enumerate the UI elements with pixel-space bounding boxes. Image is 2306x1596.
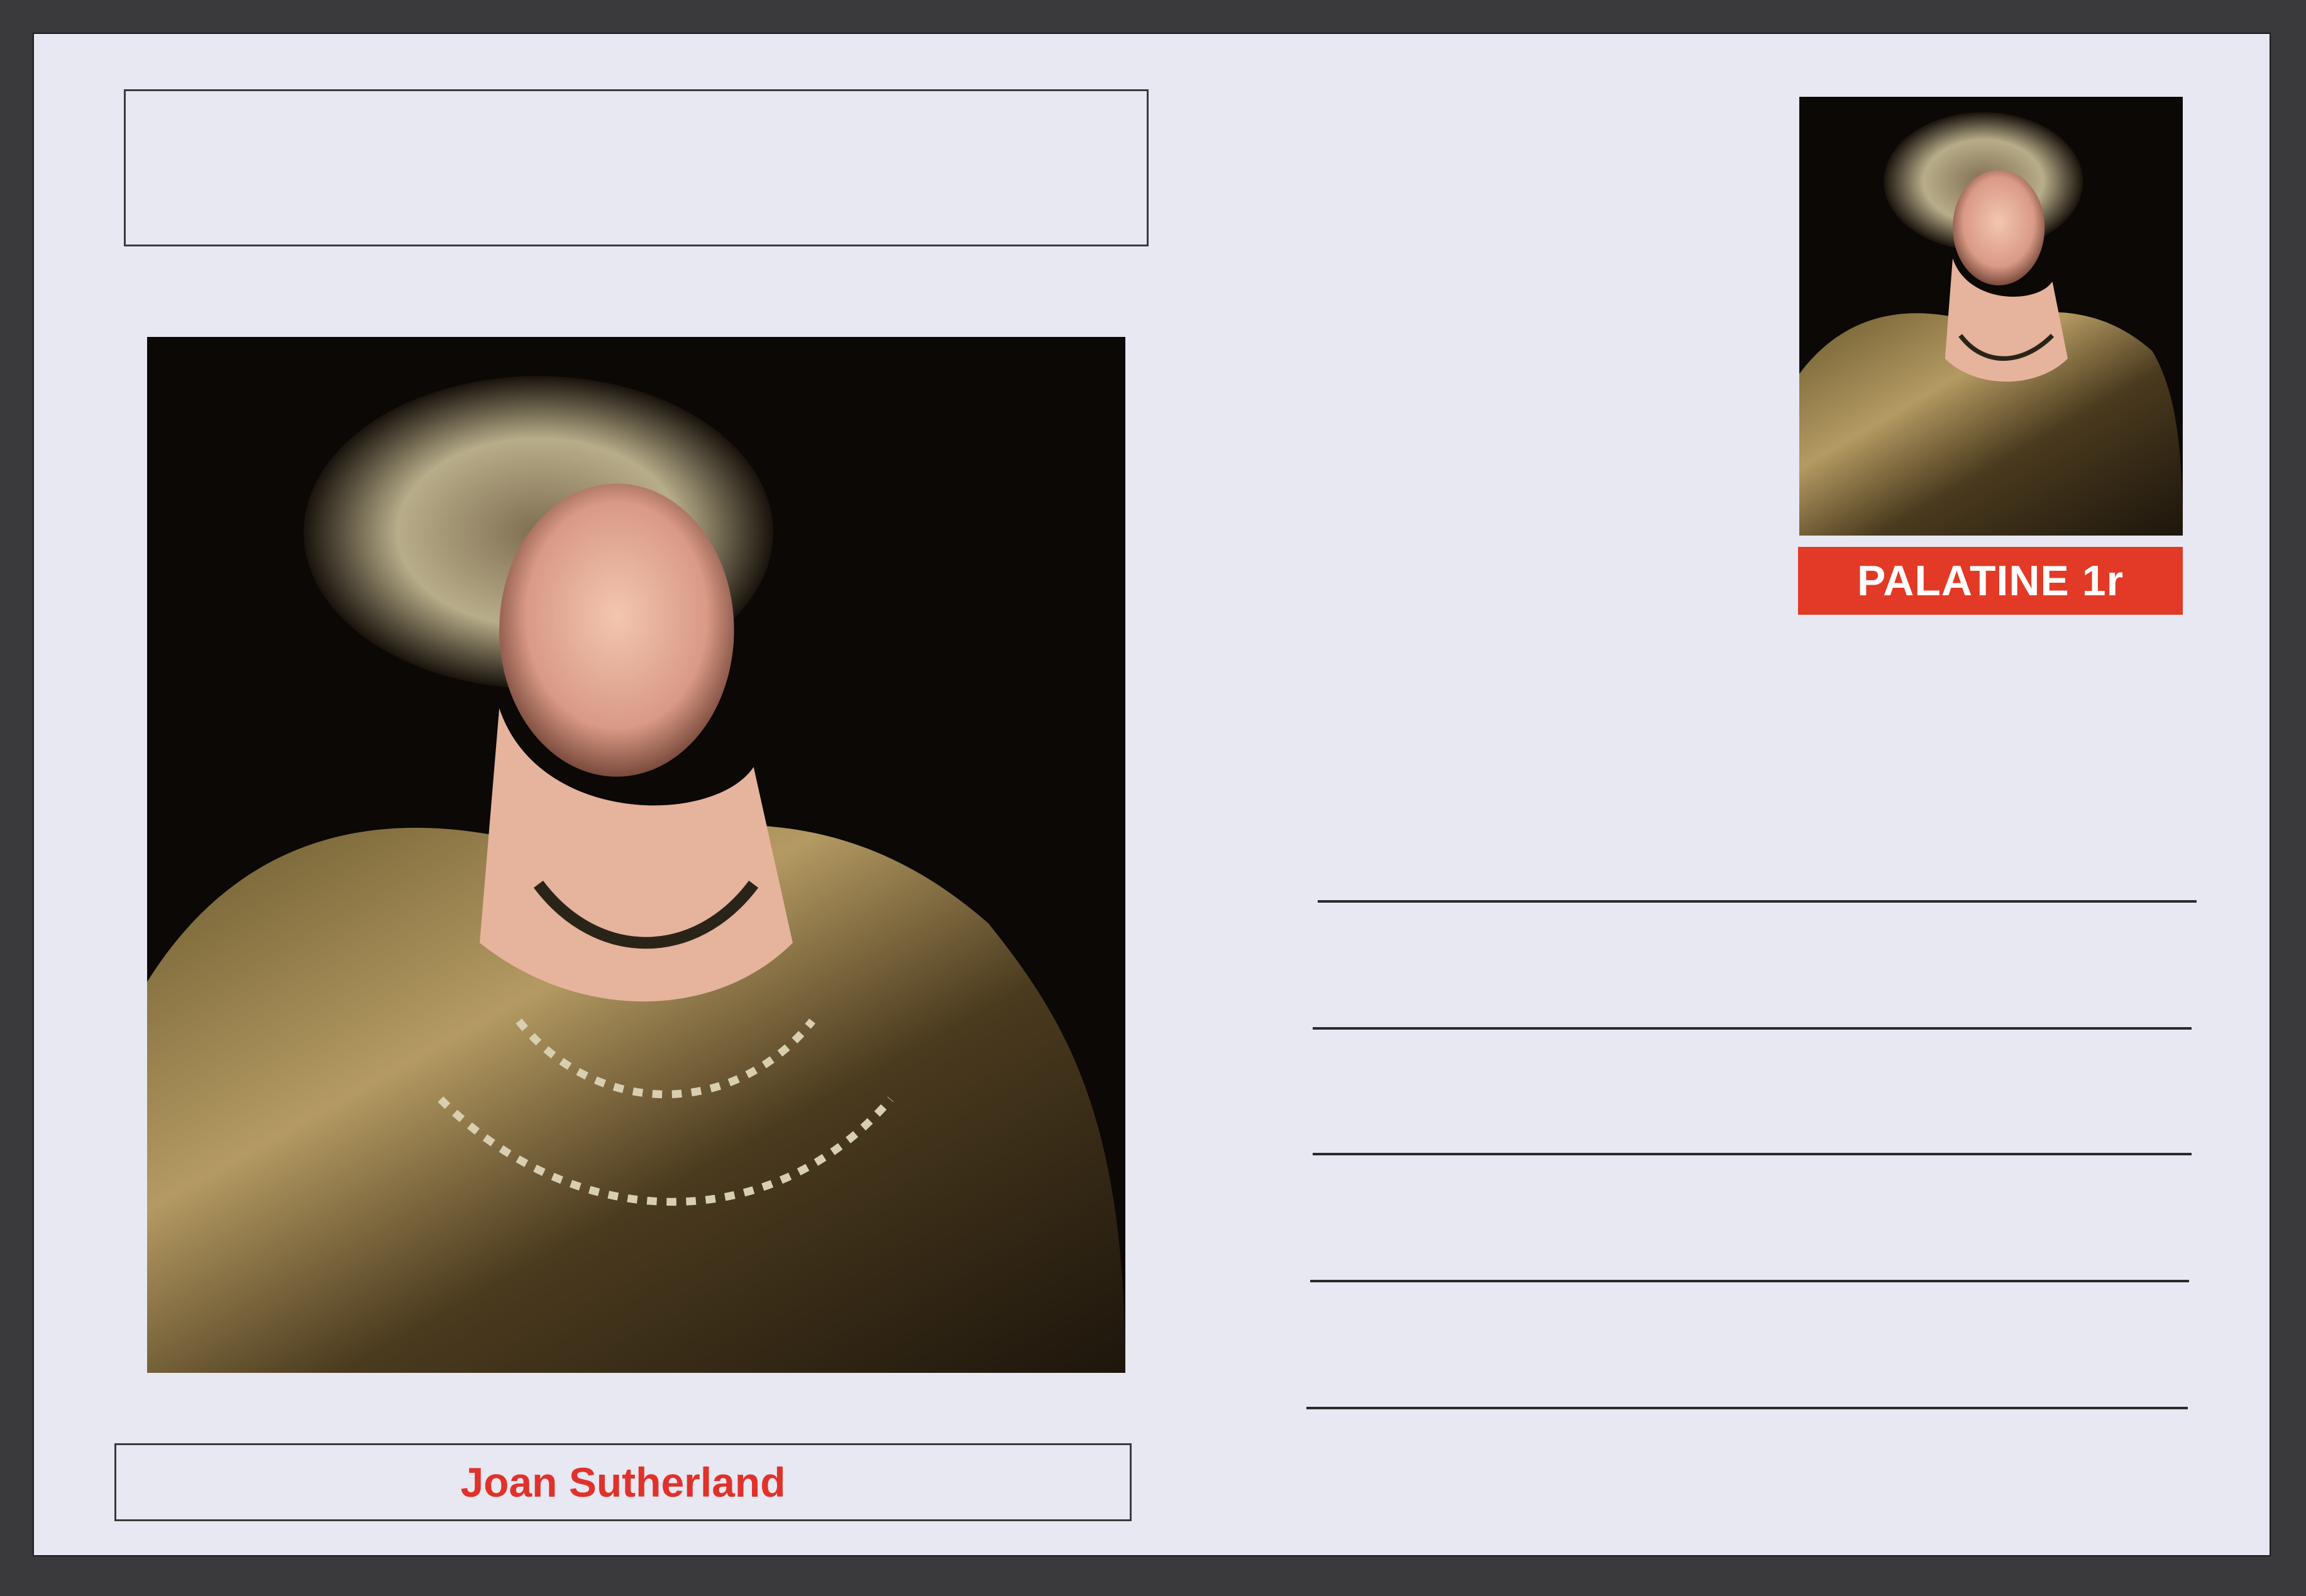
- stamp-photo: [1799, 97, 2183, 536]
- postal-card: Joan Sutherland PALATINE 1r: [33, 33, 2271, 1556]
- title-box: [124, 89, 1149, 246]
- portrait-name-label: Joan Sutherland: [460, 1459, 786, 1505]
- address-line: [1318, 900, 2197, 903]
- stamp-image: [1799, 97, 2183, 536]
- address-line: [1313, 1027, 2192, 1030]
- name-caption-box: Joan Sutherland: [114, 1443, 1132, 1521]
- portrait-image: [147, 337, 1125, 1373]
- portrait-photo: [147, 337, 1125, 1373]
- stamp-denomination-bar: PALATINE 1r: [1798, 547, 2183, 615]
- address-line: [1310, 1280, 2189, 1282]
- stamp-denomination-label: PALATINE 1r: [1856, 557, 2124, 605]
- address-line: [1313, 1153, 2192, 1155]
- address-line: [1306, 1407, 2188, 1409]
